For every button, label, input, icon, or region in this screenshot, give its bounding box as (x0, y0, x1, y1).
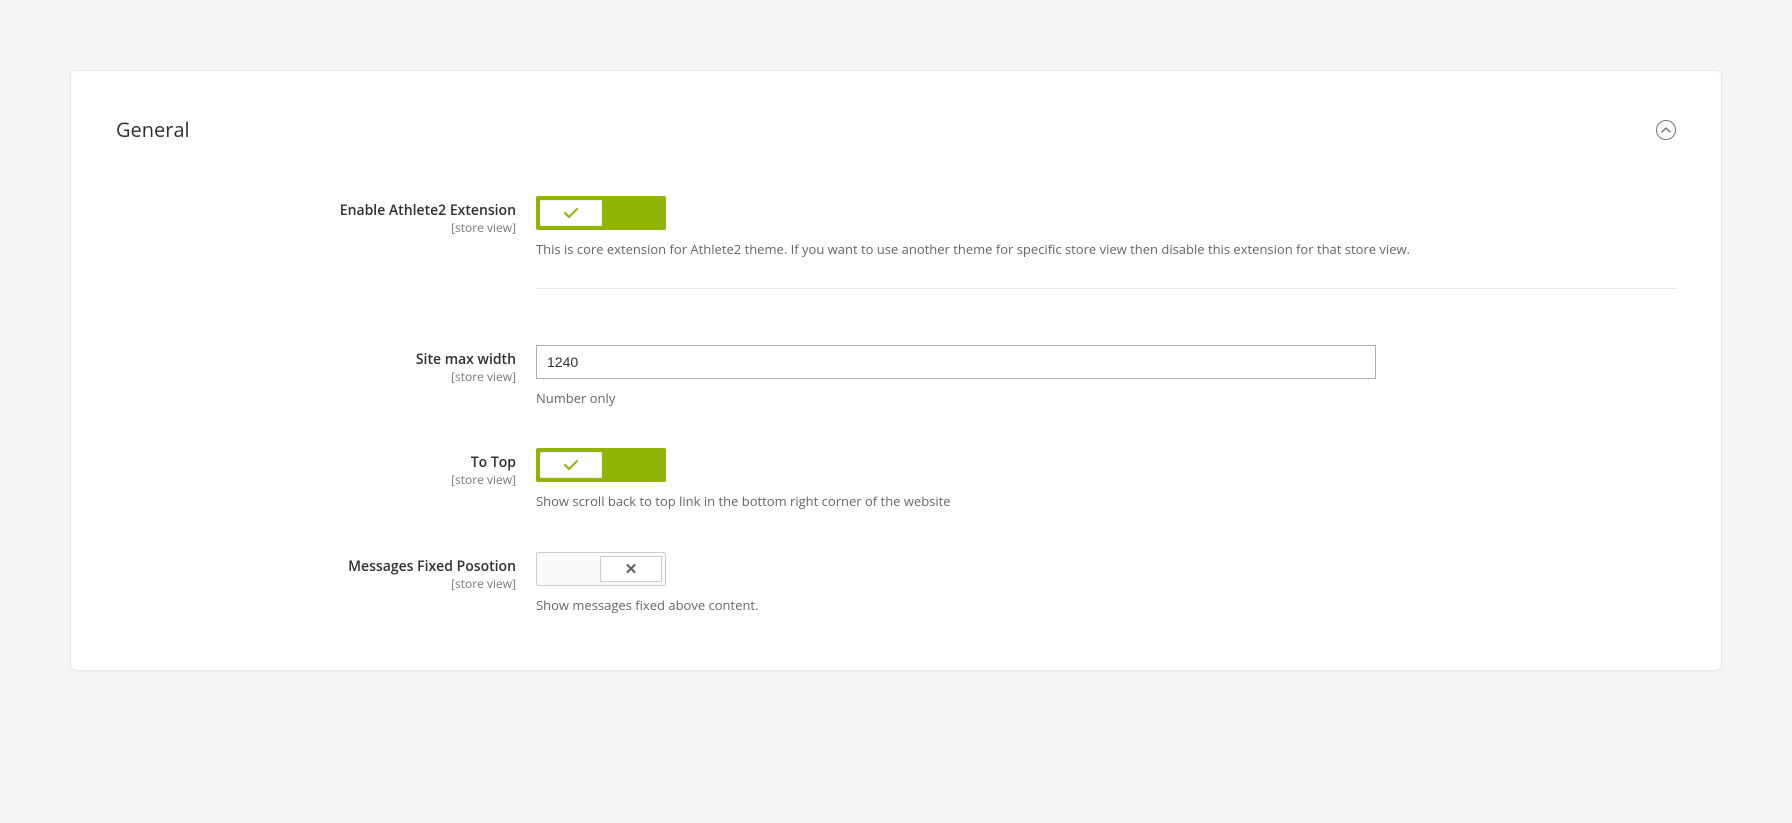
field-help: Number only (536, 389, 1676, 409)
check-icon (564, 208, 578, 219)
toggle-knob (540, 452, 602, 478)
section-title: General (116, 116, 190, 143)
to-top-toggle[interactable] (536, 448, 666, 482)
field-label-col: Enable Athlete2 Extension [store view] (116, 196, 536, 236)
field-help: This is core extension for Athlete2 them… (536, 240, 1676, 260)
field-site-max-width: Site max width [store view] Number only (116, 337, 1676, 409)
field-label: Enable Athlete2 Extension (116, 202, 516, 220)
field-value-col: Show scroll back to top link in the bott… (536, 448, 1676, 512)
site-max-width-input[interactable] (536, 345, 1376, 379)
field-value-col: This is core extension for Athlete2 them… (536, 196, 1676, 337)
toggle-knob: ✕ (600, 556, 662, 582)
field-help: Show scroll back to top link in the bott… (536, 492, 1676, 512)
field-to-top: To Top [store view] Show scroll back to … (116, 440, 1676, 512)
panel-header: General (116, 116, 1676, 143)
collapse-section-button[interactable] (1656, 120, 1676, 140)
field-scope: [store view] (116, 369, 516, 385)
messages-fixed-toggle[interactable]: ✕ (536, 552, 666, 586)
field-value-col: Number only (536, 345, 1676, 409)
cross-icon: ✕ (625, 559, 638, 579)
field-help: Show messages fixed above content. (536, 596, 1676, 616)
check-icon (564, 460, 578, 471)
divider (536, 288, 1676, 289)
field-scope: [store view] (116, 472, 516, 488)
field-value-col: ✕ Show messages fixed above content. (536, 552, 1676, 616)
field-scope: [store view] (116, 220, 516, 236)
field-label-col: To Top [store view] (116, 448, 536, 488)
field-label: To Top (116, 454, 516, 472)
enable-extension-toggle[interactable] (536, 196, 666, 230)
field-messages-fixed: Messages Fixed Posotion [store view] ✕ S… (116, 544, 1676, 616)
general-panel: General Enable Athlete2 Extension [store… (70, 70, 1722, 671)
toggle-knob (540, 200, 602, 226)
field-label-col: Messages Fixed Posotion [store view] (116, 552, 536, 592)
field-enable-extension: Enable Athlete2 Extension [store view] T… (116, 188, 1676, 337)
field-label: Site max width (116, 351, 516, 369)
chevron-up-icon (1661, 127, 1671, 133)
field-label-col: Site max width [store view] (116, 345, 536, 385)
field-scope: [store view] (116, 576, 516, 592)
field-label: Messages Fixed Posotion (116, 558, 516, 576)
